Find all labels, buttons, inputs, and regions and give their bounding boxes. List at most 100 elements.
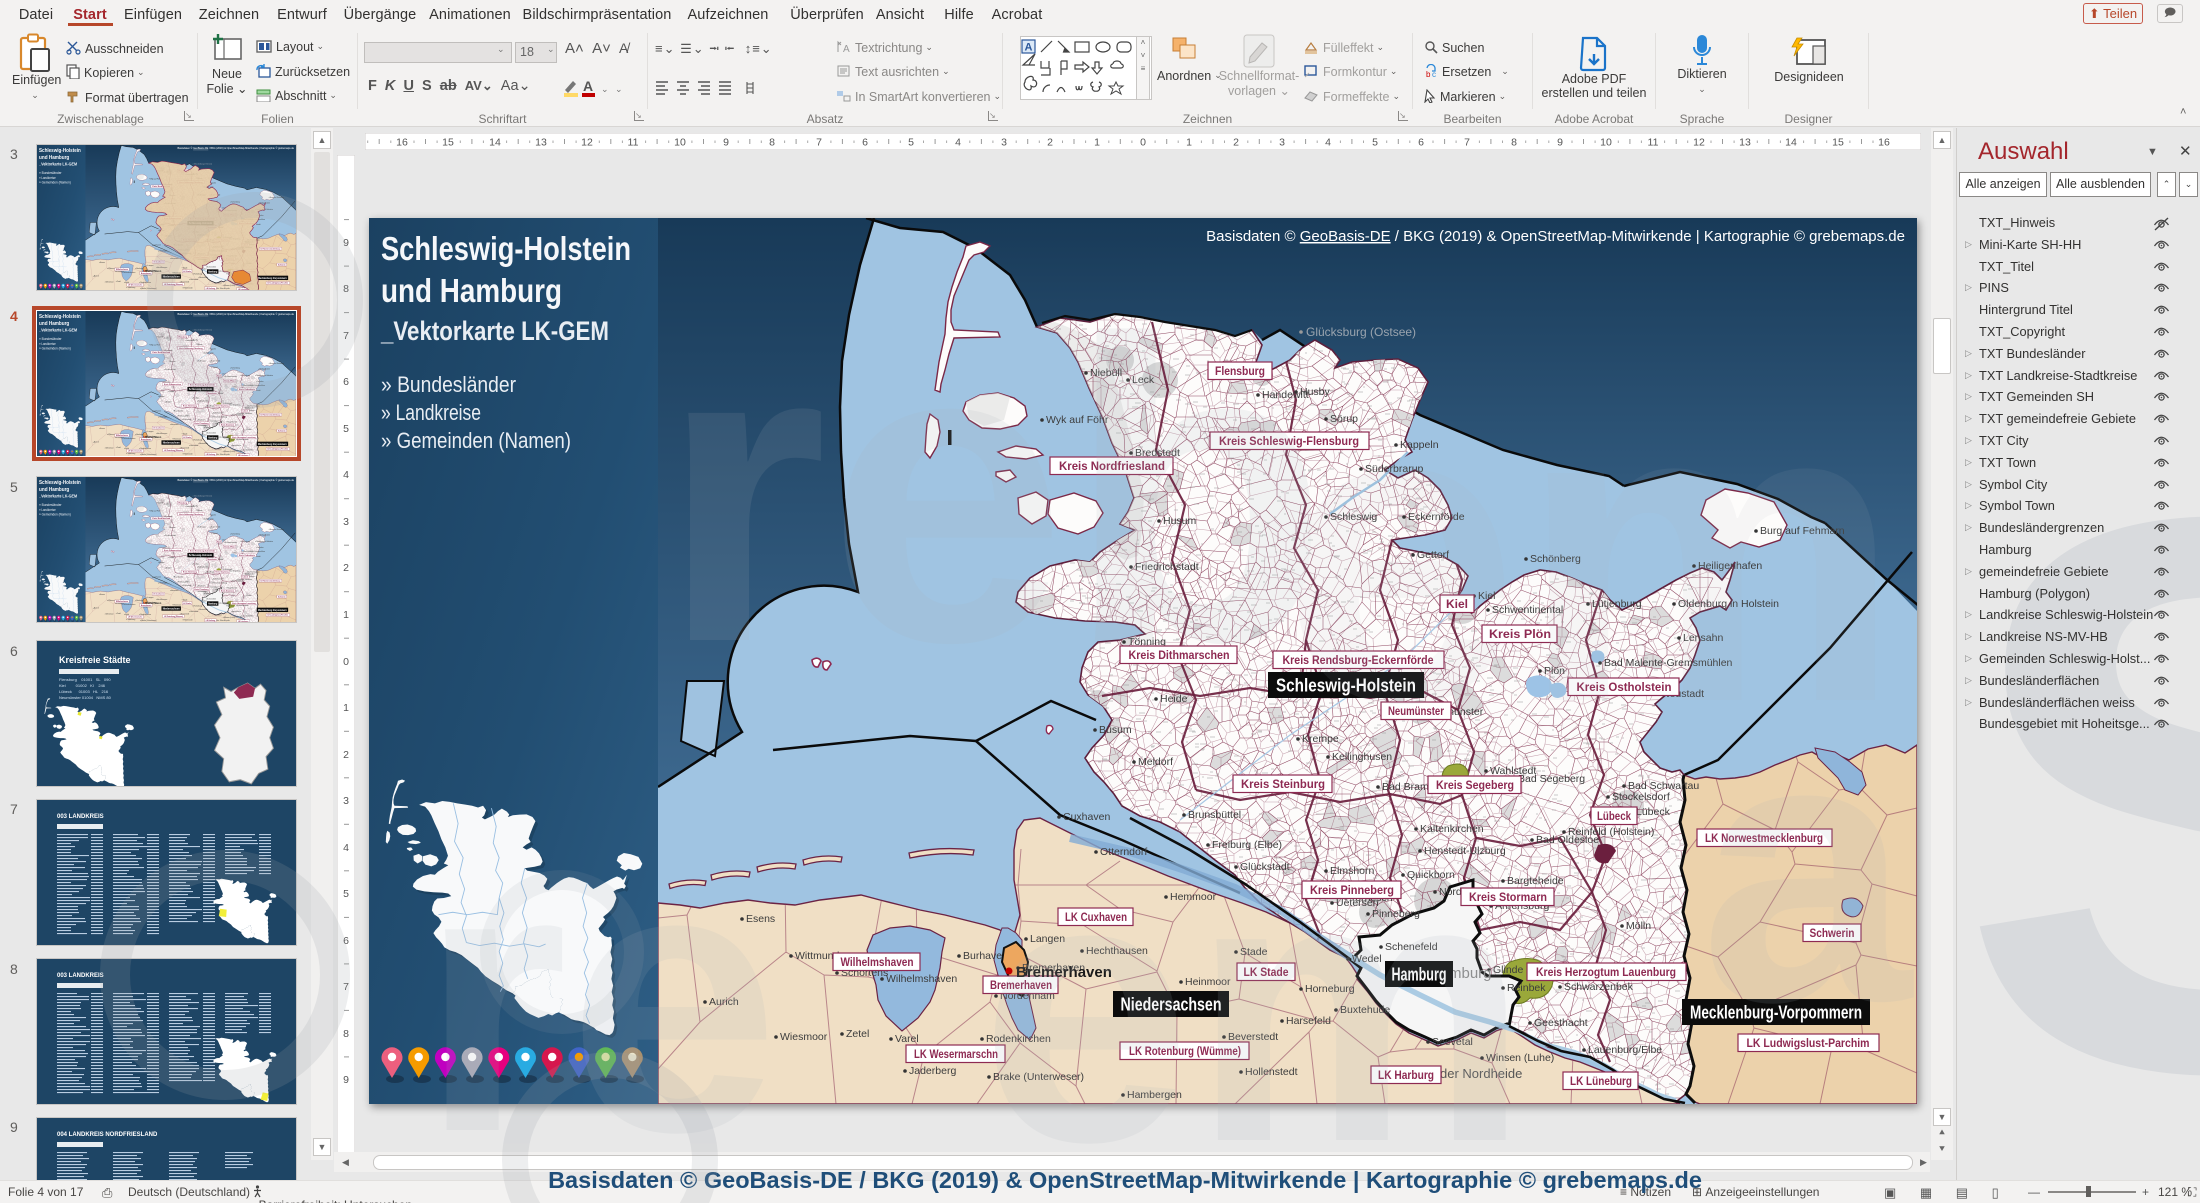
svg-text:⌄: ⌄ (601, 84, 609, 94)
svg-text:Pinneberg: Pinneberg (1372, 908, 1420, 920)
svg-text:5: 5 (1372, 137, 1378, 149)
svg-text:7: 7 (343, 330, 349, 342)
svg-text:Plön: Plön (1544, 665, 1565, 677)
svg-text:Kellinghusen: Kellinghusen (1332, 751, 1392, 763)
svg-text:der Nordheide: der Nordheide (1440, 1066, 1522, 1081)
svg-text:Sörup: Sörup (1330, 413, 1358, 425)
svg-text:10: 10 (1600, 137, 1612, 149)
svg-text:Bremerhaven: Bremerhaven (990, 980, 1052, 992)
svg-text:Flensburg 01001 SL 090: Flensburg 01001 SL 090 (59, 677, 111, 682)
svg-text:Gettorf: Gettorf (1417, 549, 1449, 561)
svg-text:5: 5 (343, 423, 349, 435)
svg-text:10: 10 (674, 137, 686, 149)
svg-text:11: 11 (628, 137, 639, 149)
svg-text:Rodenkirchen: Rodenkirchen (986, 1033, 1051, 1045)
svg-text:1: 1 (1186, 137, 1192, 149)
svg-text:Oldenburg in Holstein: Oldenburg in Holstein (1678, 598, 1779, 610)
svg-text:Glinde: Glinde (1493, 964, 1524, 976)
svg-text:Neumünster: Neumünster (1388, 706, 1444, 718)
svg-text:16: 16 (1878, 137, 1890, 149)
svg-text:Süderbrarup: Süderbrarup (1365, 463, 1424, 475)
svg-text:3: 3 (1001, 137, 1007, 149)
svg-text:Lübeck: Lübeck (1636, 806, 1671, 818)
svg-text:Kreis Steinburg: Kreis Steinburg (1241, 779, 1325, 791)
svg-text:Bremerhaven: Bremerhaven (1016, 964, 1112, 981)
svg-text:Brake (Unterweser): Brake (Unterweser) (993, 1071, 1084, 1083)
svg-text:Schwerin: Schwerin (1810, 928, 1855, 940)
svg-text:Brunsbüttel: Brunsbüttel (1188, 809, 1241, 821)
svg-text:Bargteheide: Bargteheide (1507, 875, 1564, 887)
svg-text:9: 9 (343, 1074, 349, 1086)
svg-text:mburg: mburg (1449, 965, 1492, 982)
svg-text:003 LANDKREIS: 003 LANDKREIS (57, 973, 104, 979)
svg-text:Heide: Heide (1160, 693, 1188, 705)
svg-text:Basisdaten © GeoBasis-DE / BKG: Basisdaten © GeoBasis-DE / BKG (2019) & … (1206, 228, 1905, 245)
svg-text:Beverstedt: Beverstedt (1228, 1031, 1278, 1043)
svg-text:Lütjenburg: Lütjenburg (1592, 598, 1642, 610)
svg-text:Bad Malente-Gremsmühlen: Bad Malente-Gremsmühlen (1604, 657, 1733, 669)
svg-text:7: 7 (343, 981, 349, 993)
svg-text:1: 1 (1094, 137, 1100, 149)
svg-text:Mecklenburg-Vorpommern: Mecklenburg-Vorpommern (1690, 1003, 1862, 1023)
svg-text:6: 6 (1418, 137, 1424, 149)
svg-text:Wiesmoor: Wiesmoor (780, 1031, 828, 1043)
svg-text:004 LANDKREIS NORDFRIESLAND: 004 LANDKREIS NORDFRIESLAND (57, 1132, 158, 1138)
svg-text:Kreis Nordfriesland: Kreis Nordfriesland (1059, 461, 1165, 473)
svg-text:8: 8 (1511, 137, 1517, 149)
svg-text:Lübeck: Lübeck (1597, 811, 1632, 823)
svg-text:Hechthausen: Hechthausen (1086, 945, 1148, 957)
svg-text:Wilhelmshaven: Wilhelmshaven (841, 957, 914, 969)
svg-text:Lübeck 01003 HL 216: Lübeck 01003 HL 216 (59, 689, 109, 694)
svg-text:Lauenburg/Elbe: Lauenburg/Elbe (1588, 1044, 1662, 1056)
svg-text:LK Norwestmecklenburg: LK Norwestmecklenburg (1705, 833, 1823, 845)
svg-text:4: 4 (1325, 137, 1331, 149)
svg-text:Glücksburg (Ostsee): Glücksburg (Ostsee) (1306, 325, 1416, 339)
svg-text:Kiel 01002 KI 246: Kiel 01002 KI 246 (59, 683, 106, 688)
svg-text:Hemmoor: Hemmoor (1170, 891, 1217, 903)
svg-text:A: A (583, 78, 593, 94)
svg-text:Kreis Pinneberg: Kreis Pinneberg (1310, 885, 1394, 897)
svg-text:Kreis Rendsburg-Eckernförde: Kreis Rendsburg-Eckernförde (1283, 655, 1434, 667)
svg-text:Kreis Segeberg: Kreis Segeberg (1436, 780, 1514, 792)
svg-text:Otterndorf: Otterndorf (1100, 846, 1147, 858)
svg-text:Varel: Varel (895, 1033, 919, 1045)
svg-text:Langen: Langen (1030, 933, 1065, 945)
svg-text:3: 3 (343, 795, 349, 807)
svg-text:Niedersachsen: Niedersachsen (1121, 995, 1222, 1015)
svg-text:16: 16 (396, 137, 408, 149)
svg-text:» Bundesländer: » Bundesländer (381, 372, 516, 397)
svg-text:12: 12 (1693, 137, 1705, 149)
svg-text:Seevetal: Seevetal (1432, 1036, 1473, 1048)
svg-text:Bad Segeberg: Bad Segeberg (1518, 773, 1585, 785)
svg-text:1: 1 (343, 609, 349, 621)
svg-text:15: 15 (1832, 137, 1844, 149)
svg-text:Aurich: Aurich (709, 996, 739, 1008)
svg-text:Schwentinental: Schwentinental (1492, 604, 1563, 616)
svg-text:Kaltenkirchen: Kaltenkirchen (1420, 823, 1484, 835)
svg-text:8: 8 (343, 1028, 349, 1040)
svg-text:4: 4 (343, 469, 349, 481)
svg-text:Schleswig-Holstein: Schleswig-Holstein (1276, 676, 1416, 696)
svg-text:Büsum: Büsum (1099, 724, 1132, 736)
svg-text:7: 7 (1464, 137, 1470, 149)
svg-text:Wedel: Wedel (1352, 953, 1382, 965)
svg-text:c: c (1432, 70, 1436, 78)
svg-text:» Landkreise: » Landkreise (381, 400, 481, 425)
svg-text:13: 13 (535, 137, 547, 149)
svg-text:Kiel: Kiel (1446, 599, 1468, 611)
svg-text:Schleswig: Schleswig (1330, 511, 1377, 523)
svg-text:_Vektorkarte LK-GEM: _Vektorkarte LK-GEM (380, 316, 609, 346)
svg-text:1: 1 (343, 702, 349, 714)
svg-text:5: 5 (908, 137, 914, 149)
svg-text:Stockelsdorf: Stockelsdorf (1612, 791, 1670, 803)
svg-text:Handewitt: Handewitt (1262, 389, 1309, 401)
svg-text:Meldorf: Meldorf (1138, 756, 1173, 768)
svg-text:Hambergen: Hambergen (1127, 1089, 1182, 1101)
svg-text:Schleswig-Holstein: Schleswig-Holstein (381, 230, 631, 267)
svg-text:Zetel: Zetel (846, 1028, 869, 1040)
svg-text:Geesthacht: Geesthacht (1534, 1017, 1588, 1029)
svg-text:6: 6 (343, 935, 349, 947)
svg-text:14: 14 (489, 137, 501, 149)
svg-text:11: 11 (1648, 137, 1659, 149)
svg-text:15: 15 (442, 137, 454, 149)
